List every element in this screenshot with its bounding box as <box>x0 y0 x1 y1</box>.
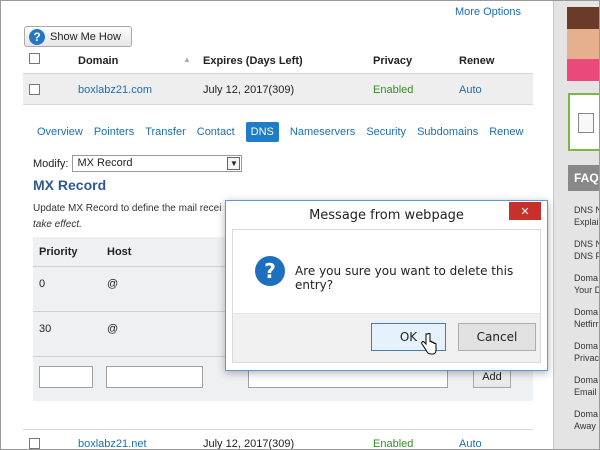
dialog-footer: OK Cancel <box>232 313 541 363</box>
faq-list: DNS N Explai DNS N DNS F Doma Your D Doma Netfi… <box>574 204 600 442</box>
cancel-button[interactable]: Cancel <box>458 323 536 351</box>
tab-subdomains[interactable]: Subdomains <box>417 126 478 138</box>
hand-cursor-icon <box>421 333 437 355</box>
record-type-select[interactable]: MX Record ▼ <box>72 155 243 172</box>
support-agent-avatar <box>567 7 599 81</box>
faq-item-text: Email <box>574 387 597 397</box>
privacy-value[interactable]: Enabled <box>373 438 413 449</box>
modify-label: Modify: <box>33 157 69 170</box>
privacy-value[interactable]: Enabled <box>373 84 413 96</box>
faq-item-text: Doma <box>574 375 599 385</box>
faq-item-text: DNS F <box>574 251 600 261</box>
notes-widget[interactable] <box>568 93 599 151</box>
tab-security[interactable]: Security <box>366 126 406 138</box>
faq-item-text: Away <box>574 421 596 431</box>
select-all-checkbox[interactable] <box>29 53 40 64</box>
column-privacy[interactable]: Privacy <box>373 55 412 67</box>
row-checkbox[interactable] <box>29 438 40 449</box>
expires-value: July 12, 2017(309) <box>203 84 295 96</box>
sort-up-icon[interactable]: ▲ <box>183 55 191 64</box>
faq-item-text: Doma <box>574 409 599 419</box>
table-row: boxlabz21.com July 12, 2017(309) Enabled… <box>23 73 533 105</box>
faq-item-text: DNS N <box>574 205 600 215</box>
dialog-body: ? Are you sure you want to delete this e… <box>232 229 541 313</box>
faq-item-text: DNS N <box>574 239 600 249</box>
expires-value: July 12, 2017(309) <box>203 438 295 450</box>
dialog-title: Message from webpage <box>309 207 464 223</box>
faq-item-text: Netfirr <box>574 319 599 329</box>
tab-renew[interactable]: Renew <box>489 126 523 138</box>
domains-table-header: Domain ▲ Expires (Days Left) Privacy Ren… <box>23 51 533 71</box>
faq-item-text: Doma <box>574 273 599 283</box>
host-value: @ <box>107 323 119 335</box>
notepad-icon <box>578 113 594 133</box>
faq-item[interactable]: Doma Email <box>574 374 599 408</box>
mx-desc-line-1: Update MX Record to define the mail rece… <box>33 203 222 214</box>
host-input[interactable] <box>106 366 203 388</box>
help-icon: ? <box>29 28 45 45</box>
dialog-message: Are you sure you want to delete this ent… <box>295 264 514 292</box>
column-expires[interactable]: Expires (Days Left) <box>203 55 303 67</box>
column-host: Host <box>107 246 132 258</box>
show-me-how-label: Show Me How <box>50 30 121 43</box>
mx-record-description: Update MX Record to define the mail rece… <box>33 201 233 233</box>
table-row: boxlabz21.net July 12, 2017(309) Enabled… <box>23 429 533 450</box>
confirm-dialog: Message from webpage ✕ ? Are you sure yo… <box>225 200 548 371</box>
chevron-down-icon[interactable]: ▼ <box>227 157 241 170</box>
mx-desc-line-2: take effect. <box>33 219 82 230</box>
faq-item[interactable]: Doma Away <box>574 408 599 442</box>
mx-record-title: MX Record <box>33 177 107 193</box>
host-value: @ <box>107 278 119 290</box>
faq-item[interactable]: Doma Privac <box>574 340 600 374</box>
faq-item-text: Doma <box>574 307 599 317</box>
faq-item[interactable]: Doma Netfirr <box>574 306 599 340</box>
row-checkbox[interactable] <box>29 84 40 95</box>
column-priority: Priority <box>39 246 78 258</box>
tab-transfer[interactable]: Transfer <box>145 126 186 138</box>
priority-input[interactable] <box>39 366 93 388</box>
record-type-value: MX Record <box>77 157 133 169</box>
close-icon[interactable]: ✕ <box>509 202 541 220</box>
faq-item-text: Your D <box>574 285 600 295</box>
tab-dns[interactable]: DNS <box>245 122 279 142</box>
faq-item-text: Privac <box>574 353 600 363</box>
faq-item[interactable]: DNS N Explai <box>574 204 600 238</box>
priority-value: 0 <box>39 278 46 290</box>
tab-nameservers[interactable]: Nameservers <box>290 126 355 138</box>
more-options-link[interactable]: More Options <box>455 6 521 18</box>
question-icon: ? <box>255 256 285 286</box>
browser-viewport: More Options ? Show Me How Domain ▲ Expi… <box>0 0 600 450</box>
modify-control: Modify: MX Record ▼ <box>33 155 243 172</box>
tab-contact[interactable]: Contact <box>197 126 235 138</box>
domain-link[interactable]: boxlabz21.net <box>78 438 147 449</box>
renew-value[interactable]: Auto <box>459 438 482 449</box>
show-me-how-button[interactable]: ? Show Me How <box>24 26 132 47</box>
column-domain[interactable]: Domain <box>78 55 118 67</box>
priority-value: 30 <box>39 323 52 335</box>
tab-overview[interactable]: Overview <box>37 126 83 138</box>
domain-link[interactable]: boxlabz21.com <box>78 84 152 96</box>
faq-item-text: Explai <box>574 217 599 227</box>
tab-pointers[interactable]: Pointers <box>94 126 134 138</box>
faq-item[interactable]: DNS N DNS F <box>574 238 600 272</box>
faq-heading: FAQ <box>568 165 599 191</box>
faq-item[interactable]: Doma Your D <box>574 272 600 306</box>
details-tabs: Overview Pointers Transfer Contact DNS N… <box>37 121 534 143</box>
faq-item-text: Doma <box>574 341 599 351</box>
column-renew[interactable]: Renew <box>459 55 494 67</box>
renew-value[interactable]: Auto <box>459 84 482 96</box>
